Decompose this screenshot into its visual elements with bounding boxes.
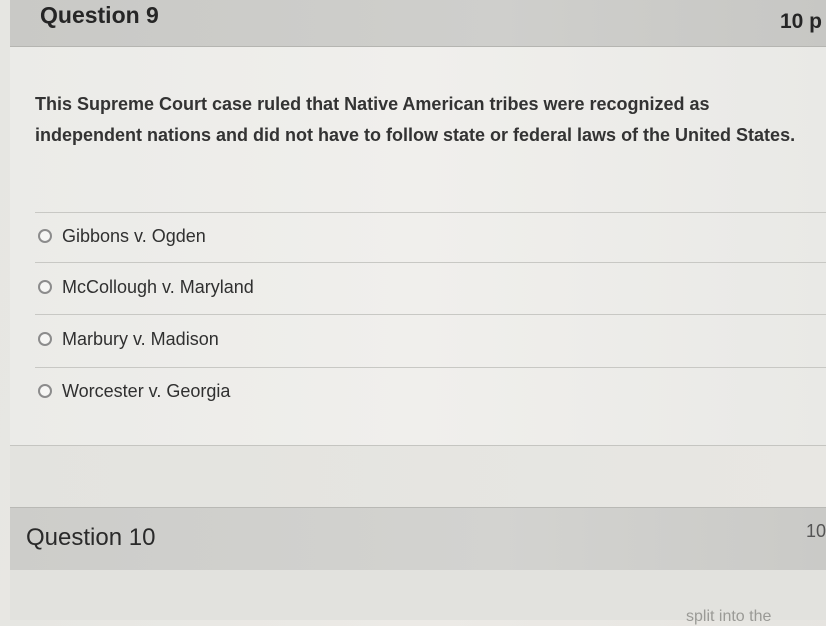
question-9-title: Question 9 xyxy=(40,2,159,28)
answer-option-3[interactable]: Marbury v. Madison xyxy=(38,327,219,351)
radio-button-icon[interactable] xyxy=(38,280,52,294)
divider xyxy=(35,212,826,213)
radio-button-icon[interactable] xyxy=(38,229,52,243)
question-10-text-fragment: split into the xyxy=(686,608,772,625)
question-9-text: This Supreme Court case ruled that Nativ… xyxy=(35,94,796,145)
answer-option-1[interactable]: Gibbons v. Ogden xyxy=(38,224,206,248)
question-9-points: 10 p xyxy=(779,10,822,33)
radio-button-icon[interactable] xyxy=(38,384,52,398)
divider xyxy=(35,262,826,263)
question-10-points: 10 xyxy=(805,521,826,541)
question-9-header: Question 9 10 p xyxy=(10,0,826,47)
question-10-body: split into the xyxy=(10,570,826,625)
answer-label: Gibbons v. Ogden xyxy=(62,225,206,246)
answer-option-4[interactable]: Worcester v. Georgia xyxy=(38,379,230,403)
answer-label: Worcester v. Georgia xyxy=(62,380,231,401)
answer-option-2[interactable]: McCollough v. Maryland xyxy=(38,275,254,299)
question-separator xyxy=(10,445,826,508)
answer-label: Marbury v. Madison xyxy=(62,328,219,349)
radio-button-icon[interactable] xyxy=(38,332,52,346)
answer-label: McCollough v. Maryland xyxy=(62,276,254,297)
question-9-body: This Supreme Court case ruled that Nativ… xyxy=(10,47,826,445)
question-10-title: Question 10 xyxy=(26,524,156,551)
question-10-header: Question 10 10 xyxy=(10,507,826,571)
divider xyxy=(35,367,826,368)
divider xyxy=(35,314,826,315)
